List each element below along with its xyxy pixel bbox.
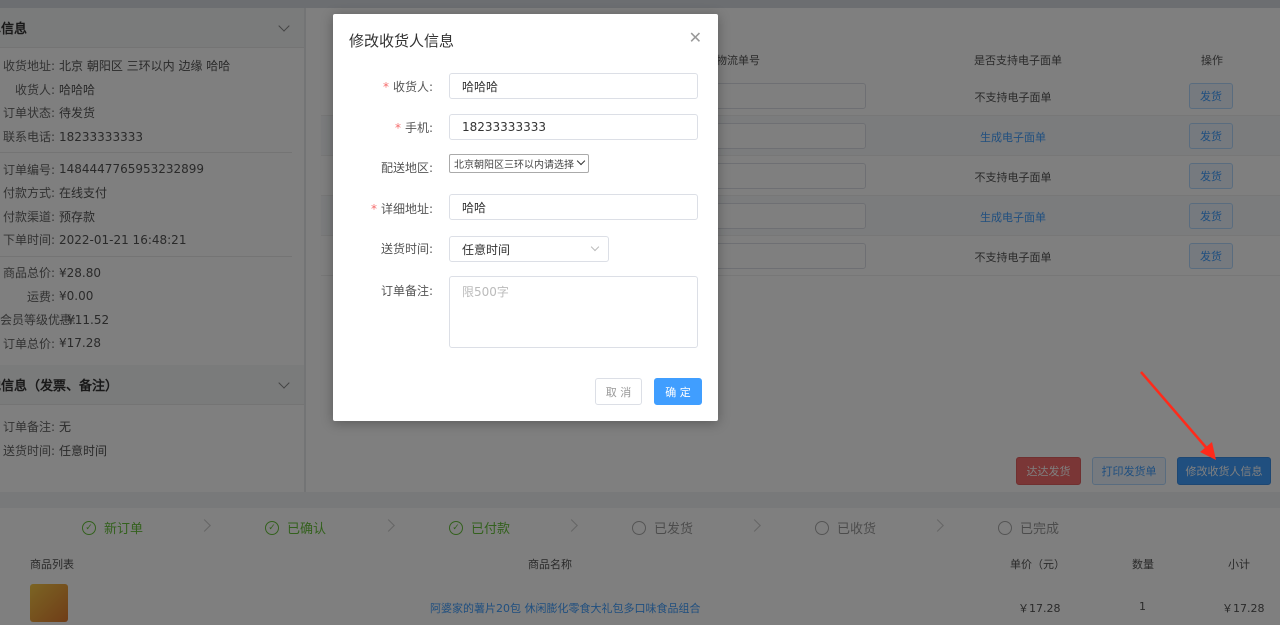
red-arrow-annotation xyxy=(1140,371,1216,460)
